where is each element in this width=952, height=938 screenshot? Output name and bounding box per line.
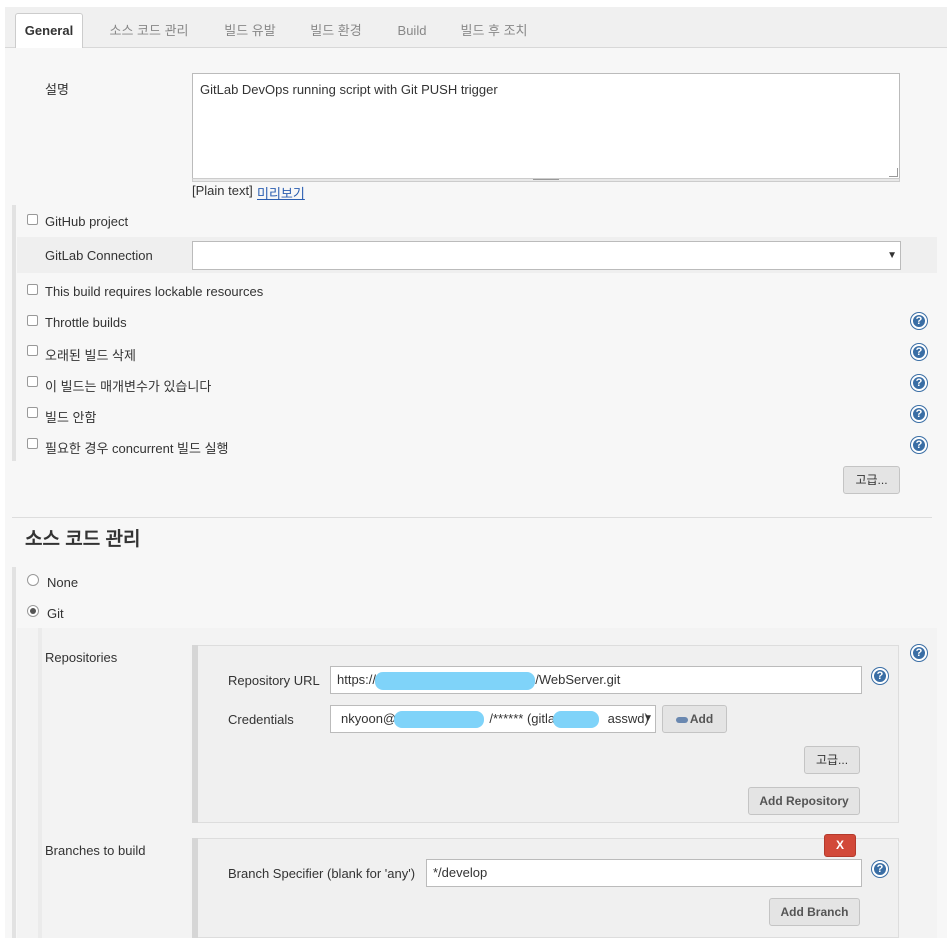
lockable-resources-checkbox[interactable]	[27, 284, 38, 295]
repositories-label: Repositories	[45, 650, 118, 665]
branch-specifier-input[interactable]: */develop	[426, 859, 862, 887]
key-icon	[675, 716, 688, 723]
discard-old-builds-checkbox[interactable]	[27, 345, 38, 356]
section-divider	[12, 517, 932, 518]
description-text: GitLab DevOps running script with Git PU…	[200, 82, 498, 97]
options-left-bar	[12, 205, 16, 461]
textarea-grip[interactable]	[192, 178, 900, 182]
tab-source-code[interactable]: 소스 코드 관리	[101, 15, 197, 47]
scm-left-bar	[12, 567, 16, 938]
description-label: 설명	[45, 82, 69, 97]
branch-specifier-label: Branch Specifier (blank for 'any')	[228, 866, 416, 881]
gitlab-connection-select[interactable]: ▼	[192, 241, 901, 270]
repo-url-label: Repository URL	[228, 673, 320, 688]
branch-specifier-value: */develop	[433, 865, 488, 880]
grip-icon	[533, 179, 559, 180]
help-icon[interactable]: ?	[911, 437, 927, 453]
help-icon[interactable]: ?	[911, 406, 927, 422]
description-textarea[interactable]: GitLab DevOps running script with Git PU…	[192, 73, 900, 179]
repo-advanced-button[interactable]: 고급...	[804, 746, 860, 774]
disable-build-label: 빌드 안함	[45, 410, 97, 425]
resize-handle-icon[interactable]	[889, 168, 898, 177]
branch-box-bar	[192, 838, 198, 938]
redacted-region	[375, 672, 535, 690]
repository-box-bar	[192, 645, 198, 823]
cred-prefix: nkyoon@	[341, 711, 397, 726]
credentials-select[interactable]: nkyoon@ /****** (gitlab asswd) ▼	[330, 705, 656, 733]
scm-none-label: None	[47, 575, 79, 590]
concurrent-builds-checkbox[interactable]	[27, 438, 38, 449]
tab-build-triggers[interactable]: 빌드 유발	[215, 15, 285, 47]
gitlab-connection-label: GitLab Connection	[45, 248, 153, 263]
caret-down-icon: ▼	[887, 250, 897, 261]
repo-url-suffix: /WebServer.git	[535, 672, 621, 687]
help-icon[interactable]: ?	[911, 375, 927, 391]
scm-git-radio[interactable]	[27, 605, 39, 617]
scm-git-label: Git	[47, 606, 64, 621]
concurrent-builds-label: 필요한 경우 concurrent 빌드 실행	[45, 441, 229, 456]
tab-bar: General 소스 코드 관리 빌드 유발 빌드 환경 Build 빌드 후 …	[5, 7, 947, 49]
delete-branch-button[interactable]: X	[824, 834, 856, 857]
preview-link[interactable]: 미리보기	[257, 183, 305, 202]
redacted-region	[394, 711, 484, 728]
add-credentials-button[interactable]: Add	[662, 705, 727, 733]
general-advanced-button[interactable]: 고급...	[843, 466, 900, 494]
tab-post-build[interactable]: 빌드 후 조치	[451, 15, 537, 47]
tab-general[interactable]: General	[15, 13, 83, 49]
scm-section-title: 소스 코드 관리	[25, 529, 141, 550]
plain-text-label: [Plain text]	[192, 183, 253, 198]
github-project-checkbox[interactable]	[27, 214, 38, 225]
cred-middle: /****** (gitlab	[489, 711, 563, 726]
help-icon[interactable]: ?	[872, 668, 888, 684]
branches-label: Branches to build	[45, 843, 146, 858]
lockable-resources-label: This build requires lockable resources	[45, 284, 264, 299]
throttle-builds-checkbox[interactable]	[27, 315, 38, 326]
parameterized-checkbox[interactable]	[27, 376, 38, 387]
help-icon[interactable]: ?	[872, 861, 888, 877]
add-branch-button[interactable]: Add Branch	[769, 898, 860, 926]
help-icon[interactable]: ?	[911, 645, 927, 661]
redacted-region	[553, 711, 599, 728]
repo-url-prefix: https://	[337, 672, 377, 687]
help-icon[interactable]: ?	[911, 313, 927, 329]
caret-down-icon: ▼	[643, 713, 653, 724]
git-left-bar	[38, 628, 42, 938]
discard-old-builds-label: 오래된 빌드 삭제	[45, 348, 136, 363]
github-project-label: GitHub project	[45, 214, 129, 229]
disable-build-checkbox[interactable]	[27, 407, 38, 418]
throttle-builds-label: Throttle builds	[45, 315, 127, 330]
parameterized-label: 이 빌드는 매개변수가 있습니다	[45, 379, 212, 394]
add-repository-button[interactable]: Add Repository	[748, 787, 860, 815]
tab-build-environment[interactable]: 빌드 환경	[301, 15, 371, 47]
scm-none-radio[interactable]	[27, 574, 39, 586]
help-icon[interactable]: ?	[911, 344, 927, 360]
tab-build[interactable]: Build	[387, 15, 437, 47]
credentials-label: Credentials	[228, 712, 294, 727]
